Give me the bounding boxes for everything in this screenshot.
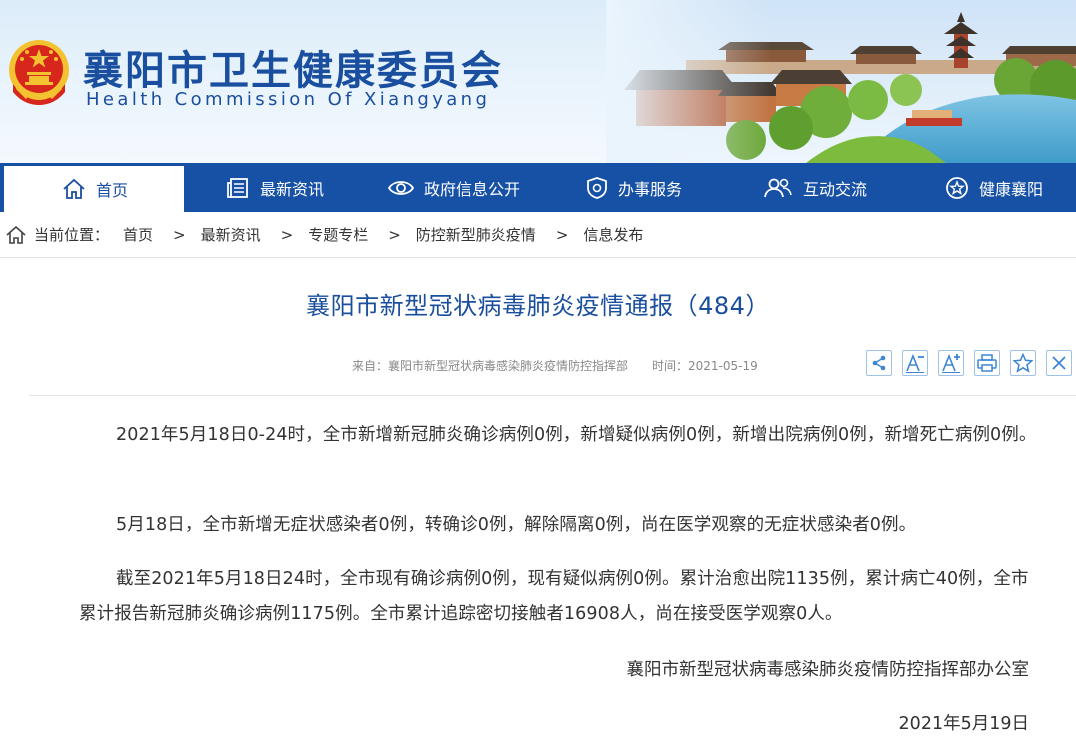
nav-label: 办事服务 — [618, 179, 683, 199]
nav-item-gov-info[interactable]: 政府信息公开 — [388, 163, 520, 212]
city-scenery-image — [606, 0, 1076, 163]
article-paragraph: 5月18日，全市新增无症状感染者0例，转确诊0例，解除隔离0例，尚在医学观察的无… — [116, 515, 917, 535]
nav-label: 健康襄阳 — [979, 179, 1044, 199]
site-subtitle: Health Commission Of Xiangyang — [86, 89, 491, 110]
print-icon — [977, 354, 997, 372]
breadcrumb-home[interactable]: 首页 — [123, 224, 153, 245]
nav-item-news[interactable]: 最新资讯 — [226, 163, 324, 212]
nav-label: 政府信息公开 — [424, 179, 521, 199]
header-banner: 襄阳市卫生健康委员会 Health Commission Of Xiangyan… — [0, 0, 1076, 163]
breadcrumb-epidemic-prevention[interactable]: 防控新型肺炎疫情 — [416, 224, 536, 245]
share-button[interactable] — [866, 350, 892, 376]
favorite-icon — [1013, 353, 1033, 373]
article-signature: 襄阳市新型冠状病毒感染肺炎疫情防控指挥部办公室 — [626, 660, 1030, 680]
share-icon — [872, 355, 886, 371]
home-icon — [63, 178, 85, 199]
news-icon — [227, 177, 248, 198]
breadcrumb-separator: > — [388, 225, 401, 244]
nav-item-healthy-xiangyang[interactable]: 健康襄阳 — [945, 163, 1043, 212]
users-icon — [764, 178, 792, 197]
favorite-button[interactable] — [1010, 350, 1036, 376]
breadcrumb-separator: > — [173, 225, 186, 244]
breadcrumb-info-release[interactable]: 信息发布 — [583, 224, 643, 245]
breadcrumb-special-topics[interactable]: 专题专栏 — [308, 224, 368, 245]
home-icon — [6, 225, 26, 244]
star-icon — [946, 176, 968, 199]
article-title: 襄阳市新型冠状病毒肺炎疫情通报（484） — [306, 292, 770, 320]
article-source: 来自：襄阳市新型冠状病毒感染肺炎疫情防控指挥部 — [352, 359, 629, 373]
divider — [29, 395, 1076, 396]
main-nav: 首页 最新资讯 政府信息公开 办事服务 互动交流 健康襄阳 — [0, 163, 1076, 212]
article-paragraph: 2021年5月18日0-24时，全市新增新冠肺炎确诊病例0例，新增疑似病例0例，… — [116, 425, 1037, 445]
font-decrease-button[interactable] — [902, 350, 928, 376]
nav-label: 首页 — [96, 181, 129, 200]
eye-icon — [388, 180, 414, 195]
breadcrumb-prefix: 当前位置： — [34, 226, 110, 244]
breadcrumb: 当前位置： 首页 > 最新资讯 > 专题专栏 > 防控新型肺炎疫情 > 信息发布 — [0, 212, 1076, 258]
article-time: 时间：2021-05-19 — [652, 359, 758, 373]
print-button[interactable] — [974, 350, 1000, 376]
shield-icon — [587, 176, 607, 199]
national-emblem-icon — [9, 40, 69, 105]
close-button[interactable] — [1046, 350, 1072, 376]
nav-label: 最新资讯 — [260, 179, 325, 199]
article-date: 2021年5月19日 — [898, 714, 1029, 734]
breadcrumb-news[interactable]: 最新资讯 — [201, 224, 261, 245]
breadcrumb-separator: > — [555, 225, 569, 244]
nav-item-home[interactable]: 首页 — [2, 163, 184, 212]
font-decrease-icon — [906, 353, 924, 373]
close-icon — [1052, 356, 1066, 370]
nav-item-services[interactable]: 办事服务 — [586, 163, 682, 212]
article-toolbar — [866, 350, 1072, 376]
font-increase-icon — [942, 353, 960, 373]
nav-item-interaction[interactable]: 互动交流 — [763, 163, 867, 212]
nav-label: 互动交流 — [803, 179, 868, 199]
font-increase-button[interactable] — [938, 350, 964, 376]
site-title: 襄阳市卫生健康委员会 — [83, 48, 503, 94]
article-paragraph: 截至2021年5月18日24时，全市现有确诊病例0例，现有疑似病例0例。累计治愈… — [79, 569, 1029, 624]
breadcrumb-separator: > — [280, 225, 294, 244]
